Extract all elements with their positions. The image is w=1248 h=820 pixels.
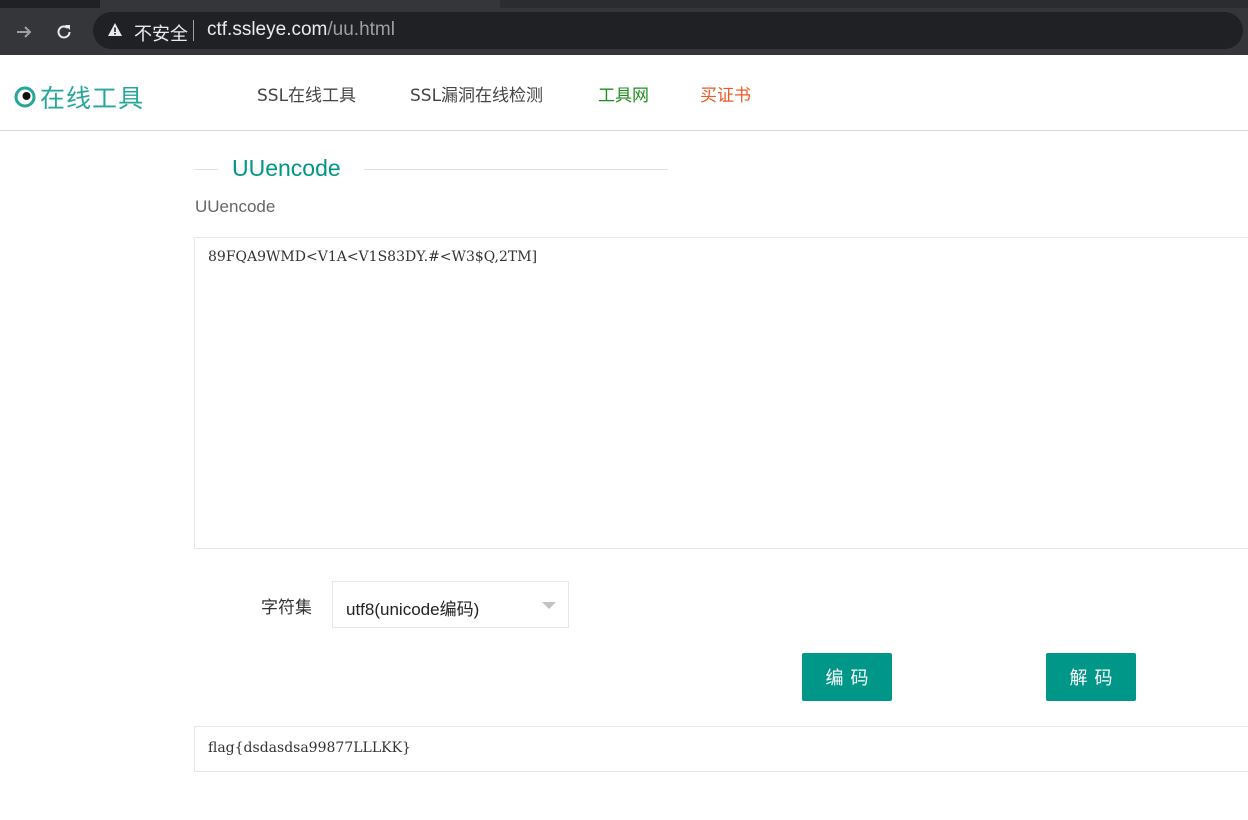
url-path: /uu.html bbox=[327, 19, 395, 40]
uuencode-input[interactable]: 89FQA9WMD<V1A<V1S83DY.#<W3$Q,2TM] bbox=[194, 237, 1248, 549]
address-bar[interactable]: 不安全 ctf.ssleye.com/uu.html bbox=[93, 12, 1243, 49]
omnibox-divider bbox=[193, 20, 194, 41]
page-title: UUencode bbox=[232, 155, 341, 181]
site-header: 在线工具 SSL在线工具 SSL漏洞在线检测 工具网 买证书 bbox=[0, 55, 1248, 131]
title-rule-right bbox=[364, 169, 668, 170]
forward-arrow-icon[interactable] bbox=[10, 18, 38, 46]
nav-tools-site[interactable]: 工具网 bbox=[598, 81, 649, 106]
warning-icon[interactable] bbox=[107, 22, 123, 38]
input-label: UUencode bbox=[195, 197, 276, 216]
site-logo[interactable]: 在线工具 bbox=[14, 79, 144, 115]
result-output[interactable]: flag{dsdasdsa99877LLLKK} bbox=[194, 726, 1248, 772]
browser-tab-inactive[interactable] bbox=[500, 0, 1248, 8]
charset-label: 字符集 bbox=[261, 598, 312, 618]
encode-button[interactable]: 编码 bbox=[802, 653, 892, 701]
chevron-down-icon bbox=[542, 602, 556, 609]
charset-select[interactable]: utf8(unicode编码) bbox=[332, 581, 569, 628]
logo-eye-icon bbox=[14, 86, 36, 108]
nav-ssl-tools[interactable]: SSL在线工具 bbox=[257, 81, 356, 106]
url-text[interactable]: ctf.ssleye.com/uu.html bbox=[207, 19, 395, 41]
charset-selected-value: utf8(unicode编码) bbox=[346, 600, 480, 619]
security-status[interactable]: 不安全 bbox=[134, 20, 188, 46]
nav-buy-certificate[interactable]: 买证书 bbox=[700, 81, 751, 106]
url-host: ctf.ssleye.com bbox=[207, 19, 328, 40]
browser-toolbar: 不安全 ctf.ssleye.com/uu.html bbox=[0, 8, 1248, 55]
logo-text: 在线工具 bbox=[40, 84, 145, 113]
browser-tab[interactable] bbox=[100, 0, 500, 8]
title-rule-left bbox=[194, 169, 218, 170]
decode-button[interactable]: 解码 bbox=[1046, 653, 1136, 701]
reload-icon[interactable] bbox=[50, 18, 78, 46]
nav-ssl-vuln-check[interactable]: SSL漏洞在线检测 bbox=[410, 81, 543, 106]
